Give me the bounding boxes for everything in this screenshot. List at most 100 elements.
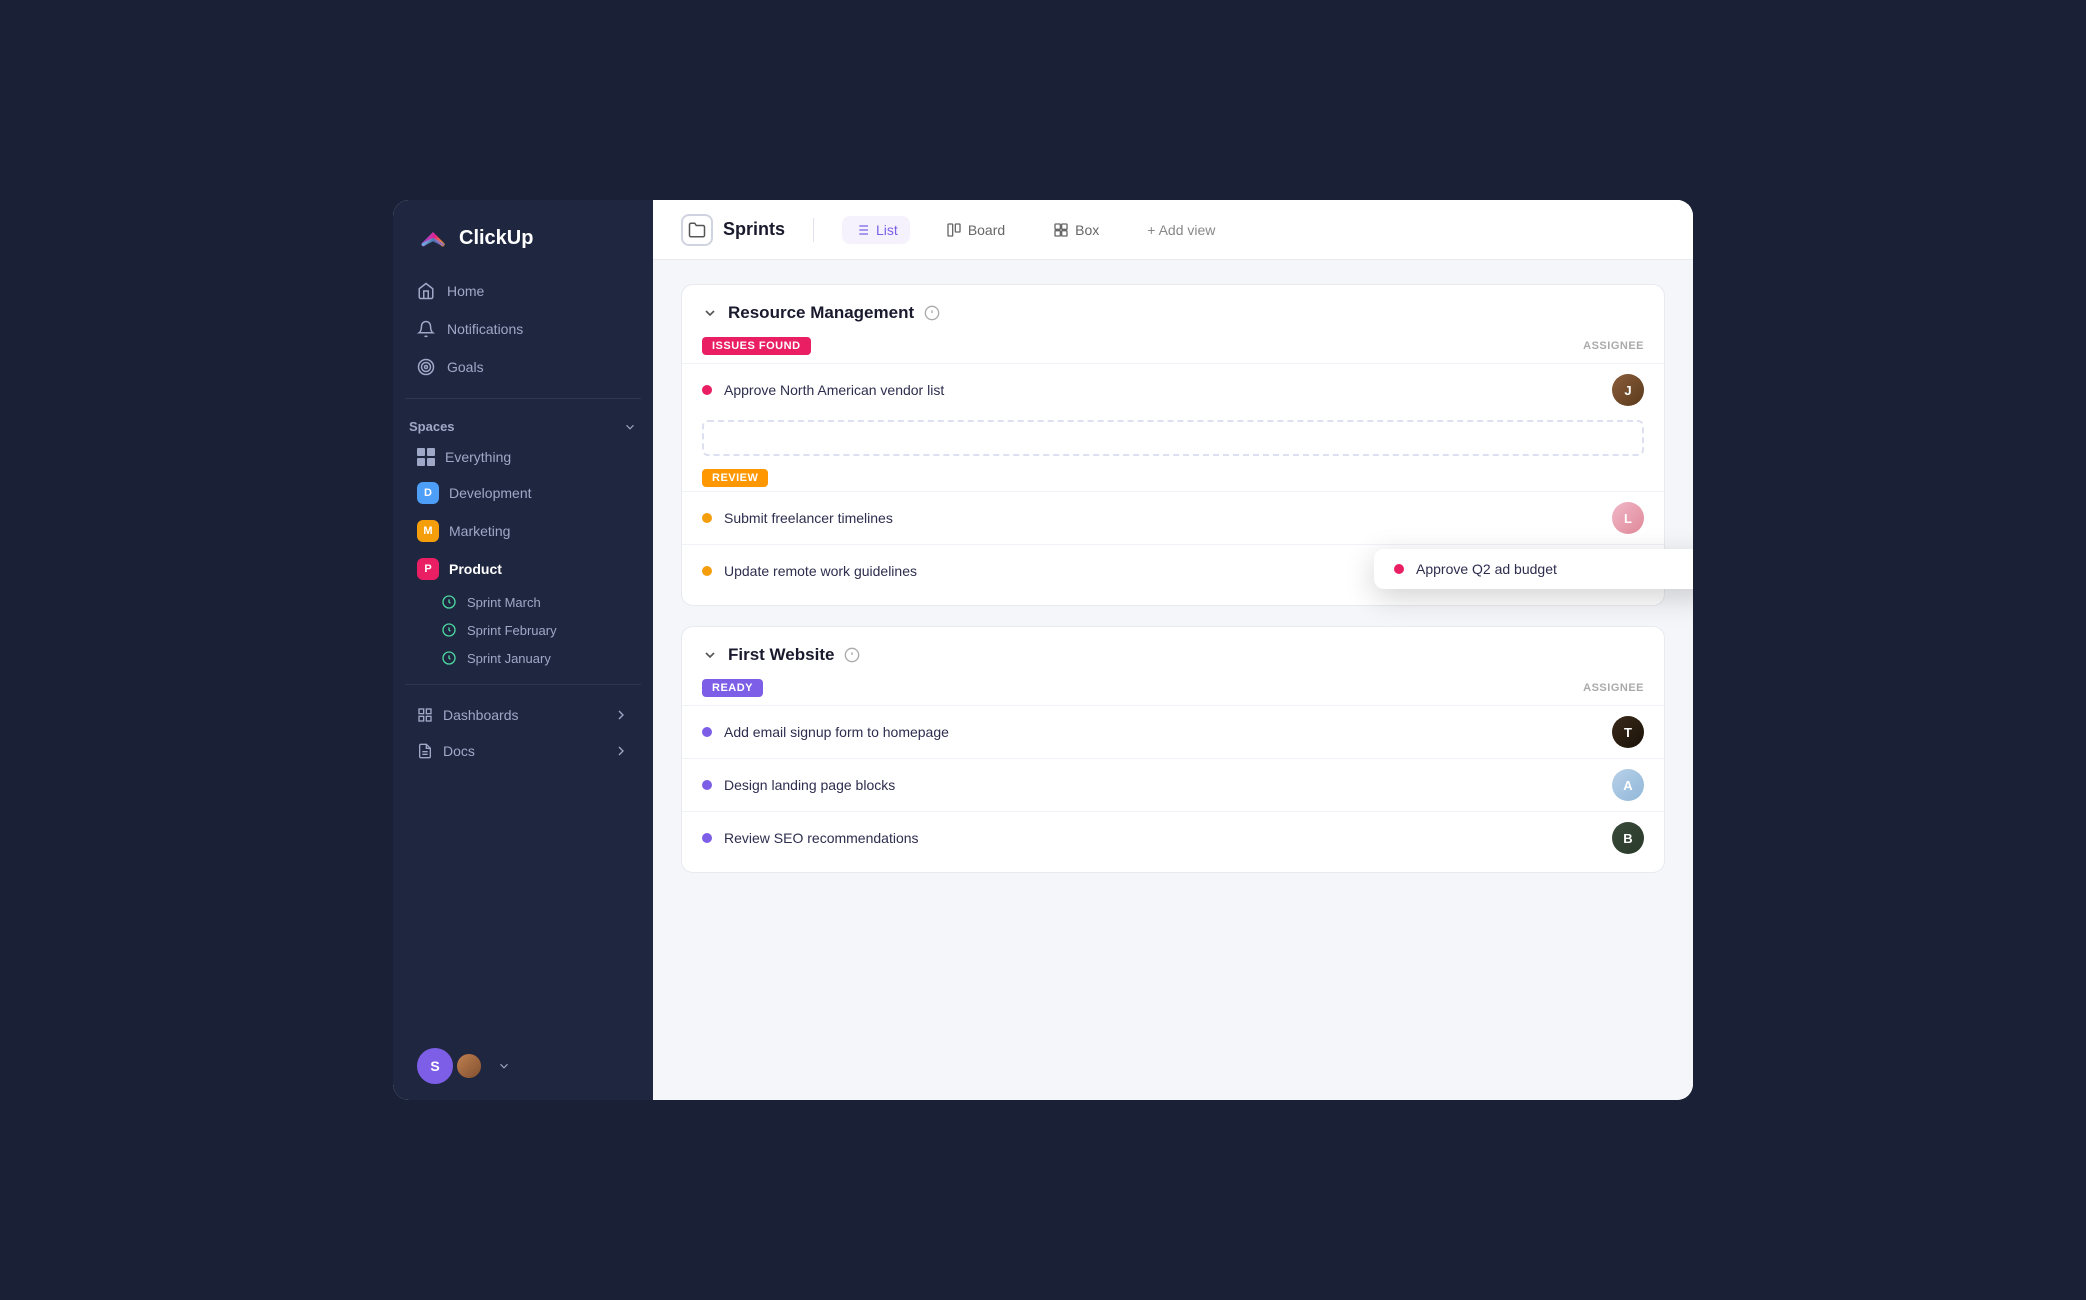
add-view-label: + Add view bbox=[1147, 222, 1215, 238]
tab-list-label: List bbox=[876, 222, 898, 238]
section-first-website: First Website READY ASSIGNEE bbox=[681, 626, 1665, 873]
sprint-january-icon bbox=[441, 650, 457, 666]
section-controls-row-website: READY ASSIGNEE bbox=[682, 679, 1664, 705]
task-status-dot bbox=[702, 727, 712, 737]
box-view-icon bbox=[1053, 222, 1069, 238]
sidebar-section-extra: Dashboards Docs bbox=[393, 697, 653, 769]
sidebar-item-product-label: Product bbox=[449, 561, 502, 577]
task-list-first-website: Add email signup form to homepage T Desi… bbox=[682, 705, 1664, 872]
bell-icon bbox=[417, 320, 435, 338]
sidebar-item-everything-label: Everything bbox=[445, 449, 511, 465]
task-name: Design landing page blocks bbox=[724, 777, 895, 793]
sidebar-item-docs[interactable]: Docs bbox=[405, 733, 641, 769]
section-title-first-website: First Website bbox=[728, 645, 834, 665]
task-name: Submit freelancer timelines bbox=[724, 510, 893, 526]
sidebar-item-sprint-january-label: Sprint January bbox=[467, 651, 551, 666]
spaces-label: Spaces bbox=[409, 419, 455, 434]
spaces-header: Spaces bbox=[393, 411, 653, 440]
sidebar-item-sprint-march[interactable]: Sprint March bbox=[405, 588, 641, 616]
sidebar: ClickUp Home Notifications bbox=[393, 200, 653, 1100]
sidebar-item-sprint-february[interactable]: Sprint February bbox=[405, 616, 641, 644]
sidebar-item-notifications-label: Notifications bbox=[447, 321, 523, 337]
section-header-resource-management: Resource Management bbox=[682, 285, 1664, 337]
info-icon-resource-management bbox=[924, 305, 940, 321]
sidebar-item-development-label: Development bbox=[449, 485, 532, 501]
drop-zone bbox=[702, 420, 1644, 456]
table-row[interactable]: Approve North American vendor list J bbox=[682, 363, 1664, 416]
docs-icon bbox=[417, 743, 433, 759]
task-assignee-avatar: L bbox=[1612, 502, 1644, 534]
task-assignee-avatar: T bbox=[1612, 716, 1644, 748]
assignee-col-label-website: ASSIGNEE bbox=[1583, 682, 1644, 694]
user-chevron-icon[interactable] bbox=[497, 1059, 511, 1073]
task-status-dot bbox=[702, 566, 712, 576]
sidebar-item-sprint-january[interactable]: Sprint January bbox=[405, 644, 641, 672]
sidebar-item-dashboards-label: Dashboards bbox=[443, 707, 519, 723]
sidebar-item-goals-label: Goals bbox=[447, 359, 484, 375]
sidebar-item-product[interactable]: P Product bbox=[405, 550, 641, 588]
sidebar-item-goals[interactable]: Goals bbox=[405, 348, 641, 386]
sidebar-item-home-label: Home bbox=[447, 283, 484, 299]
sidebar-divider-1 bbox=[405, 398, 641, 399]
section-controls-row: ISSUES FOUND ASSIGNEE bbox=[682, 337, 1664, 363]
section-title-resource-management: Resource Management bbox=[728, 303, 914, 323]
board-view-icon bbox=[946, 222, 962, 238]
tab-box[interactable]: Box bbox=[1041, 216, 1111, 244]
task-name: Approve North American vendor list bbox=[724, 382, 944, 398]
grid-icon bbox=[417, 448, 435, 466]
drag-ghost: Approve Q2 ad budget U ✥ bbox=[1374, 549, 1693, 589]
table-row[interactable]: Design landing page blocks A bbox=[682, 758, 1664, 811]
sidebar-item-marketing[interactable]: M Marketing bbox=[405, 512, 641, 550]
info-icon-first-website bbox=[844, 647, 860, 663]
badge-issues-found: ISSUES FOUND bbox=[702, 337, 811, 355]
sprint-march-icon bbox=[441, 594, 457, 610]
task-status-dot bbox=[702, 833, 712, 843]
target-icon bbox=[417, 358, 435, 376]
spaces-list: Everything D Development M Marketing P P… bbox=[393, 440, 653, 672]
section-chevron-website-icon[interactable] bbox=[702, 647, 718, 663]
badge-ready: READY bbox=[702, 679, 763, 697]
tab-list[interactable]: List bbox=[842, 216, 910, 244]
task-name: Review SEO recommendations bbox=[724, 830, 919, 846]
home-icon bbox=[417, 282, 435, 300]
sidebar-item-home[interactable]: Home bbox=[405, 272, 641, 310]
add-view-button[interactable]: + Add view bbox=[1135, 216, 1227, 244]
content-scroll: Resource Management ISSUES FOUND ASSIGNE… bbox=[653, 260, 1693, 1100]
section-resource-management: Resource Management ISSUES FOUND ASSIGNE… bbox=[681, 284, 1665, 606]
top-bar: Sprints List bbox=[653, 200, 1693, 260]
development-space-icon: D bbox=[417, 482, 439, 504]
sidebar-item-development[interactable]: D Development bbox=[405, 474, 641, 512]
sidebar-item-dashboards[interactable]: Dashboards bbox=[405, 697, 641, 733]
sidebar-navigation: Home Notifications Goals bbox=[393, 272, 653, 386]
sidebar-item-notifications[interactable]: Notifications bbox=[405, 310, 641, 348]
sidebar-divider-2 bbox=[405, 684, 641, 685]
chevron-right-icon bbox=[613, 707, 629, 723]
sidebar-item-marketing-label: Marketing bbox=[449, 523, 510, 539]
table-row[interactable]: Submit freelancer timelines L bbox=[682, 491, 1664, 544]
sidebar-item-sprint-february-label: Sprint February bbox=[467, 623, 557, 638]
sidebar-footer: S bbox=[393, 1032, 653, 1100]
table-row[interactable]: Review SEO recommendations B bbox=[682, 811, 1664, 864]
task-assignee-avatar: J bbox=[1612, 374, 1644, 406]
main-content: Sprints List bbox=[653, 200, 1693, 1100]
marketing-space-icon: M bbox=[417, 520, 439, 542]
sidebar-item-everything[interactable]: Everything bbox=[405, 440, 641, 474]
page-title-area: Sprints bbox=[681, 214, 785, 246]
list-view-icon bbox=[854, 222, 870, 238]
task-assignee-avatar: A bbox=[1612, 769, 1644, 801]
tab-board[interactable]: Board bbox=[934, 216, 1017, 244]
folder-icon-wrap bbox=[681, 214, 713, 246]
section-header-first-website: First Website bbox=[682, 627, 1664, 679]
sidebar-item-sprint-march-label: Sprint March bbox=[467, 595, 541, 610]
review-badge-row: REVIEW bbox=[682, 460, 1664, 491]
task-name: Update remote work guidelines bbox=[724, 563, 917, 579]
tab-box-label: Box bbox=[1075, 222, 1099, 238]
table-row[interactable]: Add email signup form to homepage T bbox=[682, 705, 1664, 758]
assignee-col-label: ASSIGNEE bbox=[1583, 340, 1644, 352]
avatar[interactable]: S bbox=[417, 1048, 453, 1084]
user-initials: S bbox=[430, 1058, 439, 1074]
user-secondary-avatar bbox=[455, 1052, 483, 1080]
app-container: ClickUp Home Notifications bbox=[393, 200, 1693, 1100]
section-chevron-icon[interactable] bbox=[702, 305, 718, 321]
sidebar-logo[interactable]: ClickUp bbox=[393, 200, 653, 272]
